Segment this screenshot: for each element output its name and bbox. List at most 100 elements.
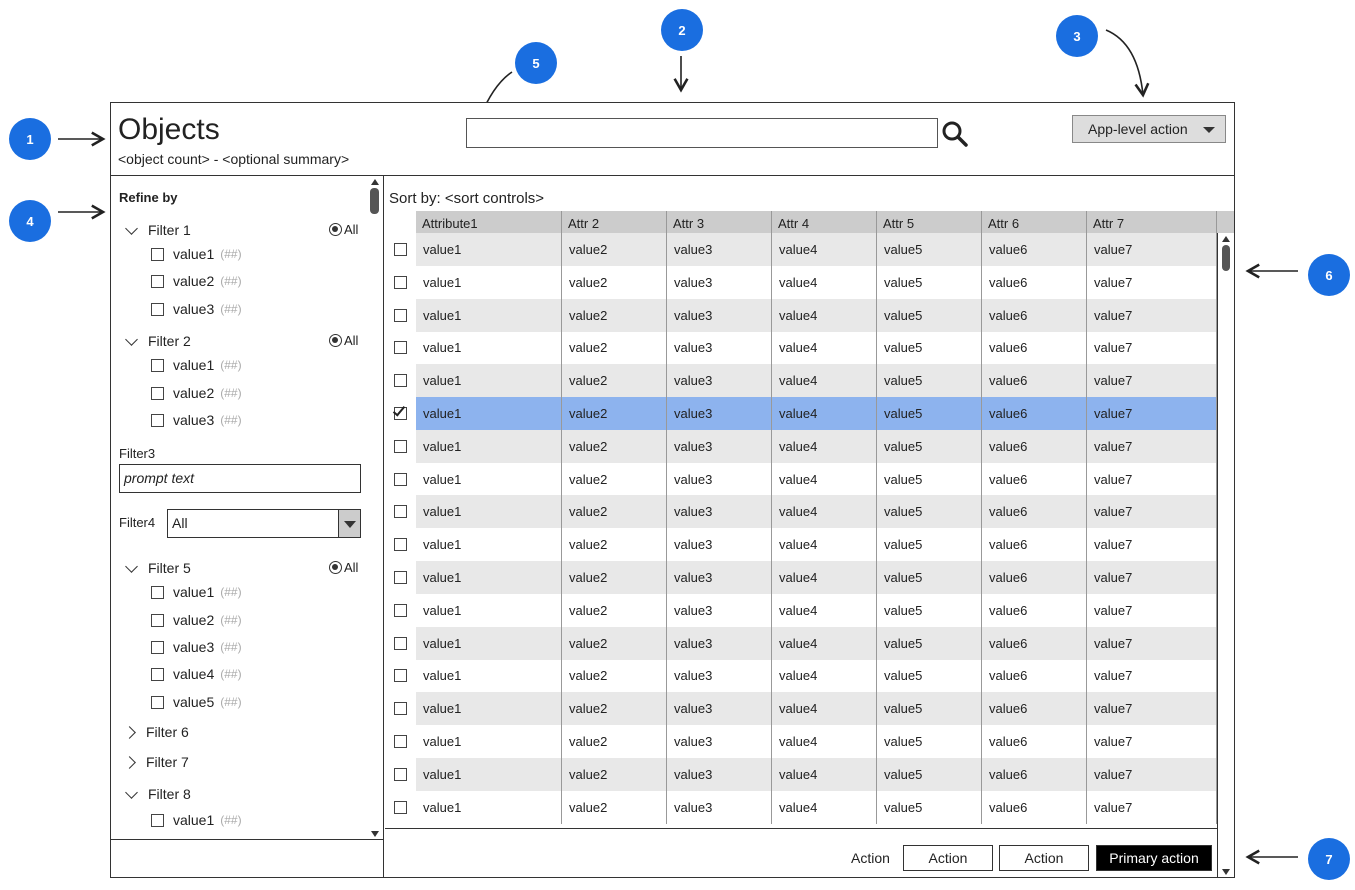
checkbox[interactable]: [151, 302, 164, 316]
scroll-thumb[interactable]: [1222, 245, 1230, 271]
checkbox[interactable]: [394, 374, 407, 388]
filter-7-toggle[interactable]: Filter 7: [123, 753, 189, 771]
search-input[interactable]: [466, 118, 938, 148]
search-icon[interactable]: [941, 120, 969, 148]
column-header[interactable]: Attr 2: [562, 211, 667, 233]
table-row[interactable]: value1 value2 value3 value4 value5 value6 valu…: [385, 561, 1217, 594]
checkbox[interactable]: [151, 585, 164, 599]
checkbox[interactable]: [392, 403, 407, 420]
table-row[interactable]: value1 value2 value3 value4 value5 value6 valu…: [385, 364, 1217, 398]
table-row[interactable]: value1 value2 value3 value4 value5 value6 valu…: [385, 659, 1217, 693]
table-row[interactable]: value1 value2 value3 value4 value5 value6 valu…: [385, 233, 1217, 266]
filter-5-value2[interactable]: value2 (##): [151, 611, 242, 629]
row-select[interactable]: [385, 397, 416, 430]
table-scrollbar[interactable]: [1217, 233, 1234, 878]
row-select[interactable]: [385, 429, 416, 463]
checkbox[interactable]: [151, 613, 164, 627]
row-select[interactable]: [385, 364, 416, 398]
column-header[interactable]: Attribute1: [416, 211, 562, 233]
checkbox[interactable]: [394, 472, 407, 486]
primary-action-button[interactable]: Primary action: [1096, 845, 1212, 871]
filter-1-all-radio[interactable]: All: [329, 222, 358, 237]
row-select[interactable]: [385, 725, 416, 758]
row-select[interactable]: [385, 790, 416, 824]
filter-8-toggle[interactable]: Filter 8: [123, 785, 191, 803]
filter-1-value2[interactable]: value2 (##): [151, 272, 242, 290]
checkbox[interactable]: [394, 505, 407, 519]
checkbox[interactable]: [394, 243, 407, 256]
column-header[interactable]: Attr 5: [877, 211, 982, 233]
table-row[interactable]: value1 value2 value3 value4 value5 value6 valu…: [385, 265, 1217, 299]
filter-6-toggle[interactable]: Filter 6: [123, 723, 189, 741]
table-row[interactable]: value1 value2 value3 value4 value5 value6 valu…: [385, 462, 1217, 496]
table-row[interactable]: value1 value2 value3 value4 value5 value6 valu…: [385, 593, 1217, 627]
filter-1-value1[interactable]: value1 (##): [151, 245, 242, 263]
table-row[interactable]: value1 value2 value3 value4 value5 value6 valu…: [385, 397, 1217, 430]
row-select[interactable]: [385, 659, 416, 693]
table-row[interactable]: value1 value2 value3 value4 value5 value6 valu…: [385, 528, 1217, 562]
filter-5-value5[interactable]: value5 (##): [151, 693, 242, 711]
scroll-thumb[interactable]: [370, 188, 379, 214]
checkbox[interactable]: [151, 247, 164, 261]
filter-2-toggle[interactable]: Filter 2: [123, 332, 191, 350]
filter-5-all-radio[interactable]: All: [329, 560, 358, 575]
action-button-2[interactable]: Action: [999, 845, 1089, 871]
filter-5-value1[interactable]: value1 (##): [151, 583, 242, 601]
checkbox[interactable]: [394, 636, 407, 650]
column-header[interactable]: Attr 4: [772, 211, 877, 233]
filter-5-value3[interactable]: value3 (##): [151, 638, 242, 656]
row-select[interactable]: [385, 528, 416, 562]
column-header[interactable]: Attr 6: [982, 211, 1087, 233]
filter-5-toggle[interactable]: Filter 5: [123, 559, 191, 577]
checkbox[interactable]: [394, 571, 407, 584]
row-select[interactable]: [385, 462, 416, 496]
row-select[interactable]: [385, 331, 416, 365]
checkbox[interactable]: [151, 813, 164, 827]
scroll-down-icon[interactable]: [371, 831, 379, 837]
column-header[interactable]: Attr 7: [1087, 211, 1217, 233]
row-select[interactable]: [385, 298, 416, 332]
filter-3-input[interactable]: prompt text: [119, 464, 361, 493]
table-row[interactable]: value1 value2 value3 value4 value5 value6 valu…: [385, 692, 1217, 726]
table-row[interactable]: value1 value2 value3 value4 value5 value6 valu…: [385, 429, 1217, 463]
scroll-up-icon[interactable]: [1222, 236, 1230, 242]
row-select[interactable]: [385, 757, 416, 791]
row-select[interactable]: [385, 561, 416, 594]
checkbox[interactable]: [394, 767, 407, 781]
checkbox[interactable]: [394, 341, 407, 355]
checkbox[interactable]: [394, 702, 407, 716]
filter-4-select[interactable]: All: [167, 509, 361, 538]
filter-2-value2[interactable]: value2 (##): [151, 384, 242, 402]
sidebar-scrollbar[interactable]: [368, 176, 382, 839]
table-row[interactable]: value1 value2 value3 value4 value5 value6 valu…: [385, 626, 1217, 660]
filter-2-value1[interactable]: value1 (##): [151, 356, 242, 374]
filter-8-value1[interactable]: value1 (##): [151, 811, 242, 829]
checkbox[interactable]: [151, 358, 164, 372]
table-row[interactable]: value1 value2 value3 value4 value5 value6 valu…: [385, 790, 1217, 824]
checkbox[interactable]: [151, 667, 164, 681]
row-select[interactable]: [385, 233, 416, 266]
row-select[interactable]: [385, 626, 416, 660]
column-header[interactable]: Attr 3: [667, 211, 772, 233]
checkbox[interactable]: [151, 274, 164, 288]
checkbox[interactable]: [394, 275, 407, 289]
row-select[interactable]: [385, 692, 416, 726]
table-row[interactable]: value1 value2 value3 value4 value5 value6 valu…: [385, 757, 1217, 791]
action-button-1[interactable]: Action: [903, 845, 993, 871]
chevron-down-icon[interactable]: [338, 510, 360, 537]
table-row[interactable]: value1 value2 value3 value4 value5 value6 valu…: [385, 495, 1217, 529]
checkbox[interactable]: [394, 308, 407, 322]
filter-1-toggle[interactable]: Filter 1: [123, 221, 191, 239]
checkbox[interactable]: [394, 439, 407, 453]
checkbox[interactable]: [394, 735, 407, 748]
row-select[interactable]: [385, 265, 416, 299]
table-row[interactable]: value1 value2 value3 value4 value5 value6 valu…: [385, 331, 1217, 365]
filter-1-value3[interactable]: value3 (##): [151, 300, 242, 318]
sort-controls[interactable]: Sort by: <sort controls>: [389, 190, 544, 207]
checkbox[interactable]: [394, 603, 407, 617]
checkbox[interactable]: [151, 640, 164, 654]
checkbox[interactable]: [151, 386, 164, 400]
app-level-action-dropdown[interactable]: App-level action: [1072, 115, 1226, 143]
checkbox[interactable]: [151, 695, 164, 709]
filter-2-all-radio[interactable]: All: [329, 333, 358, 348]
